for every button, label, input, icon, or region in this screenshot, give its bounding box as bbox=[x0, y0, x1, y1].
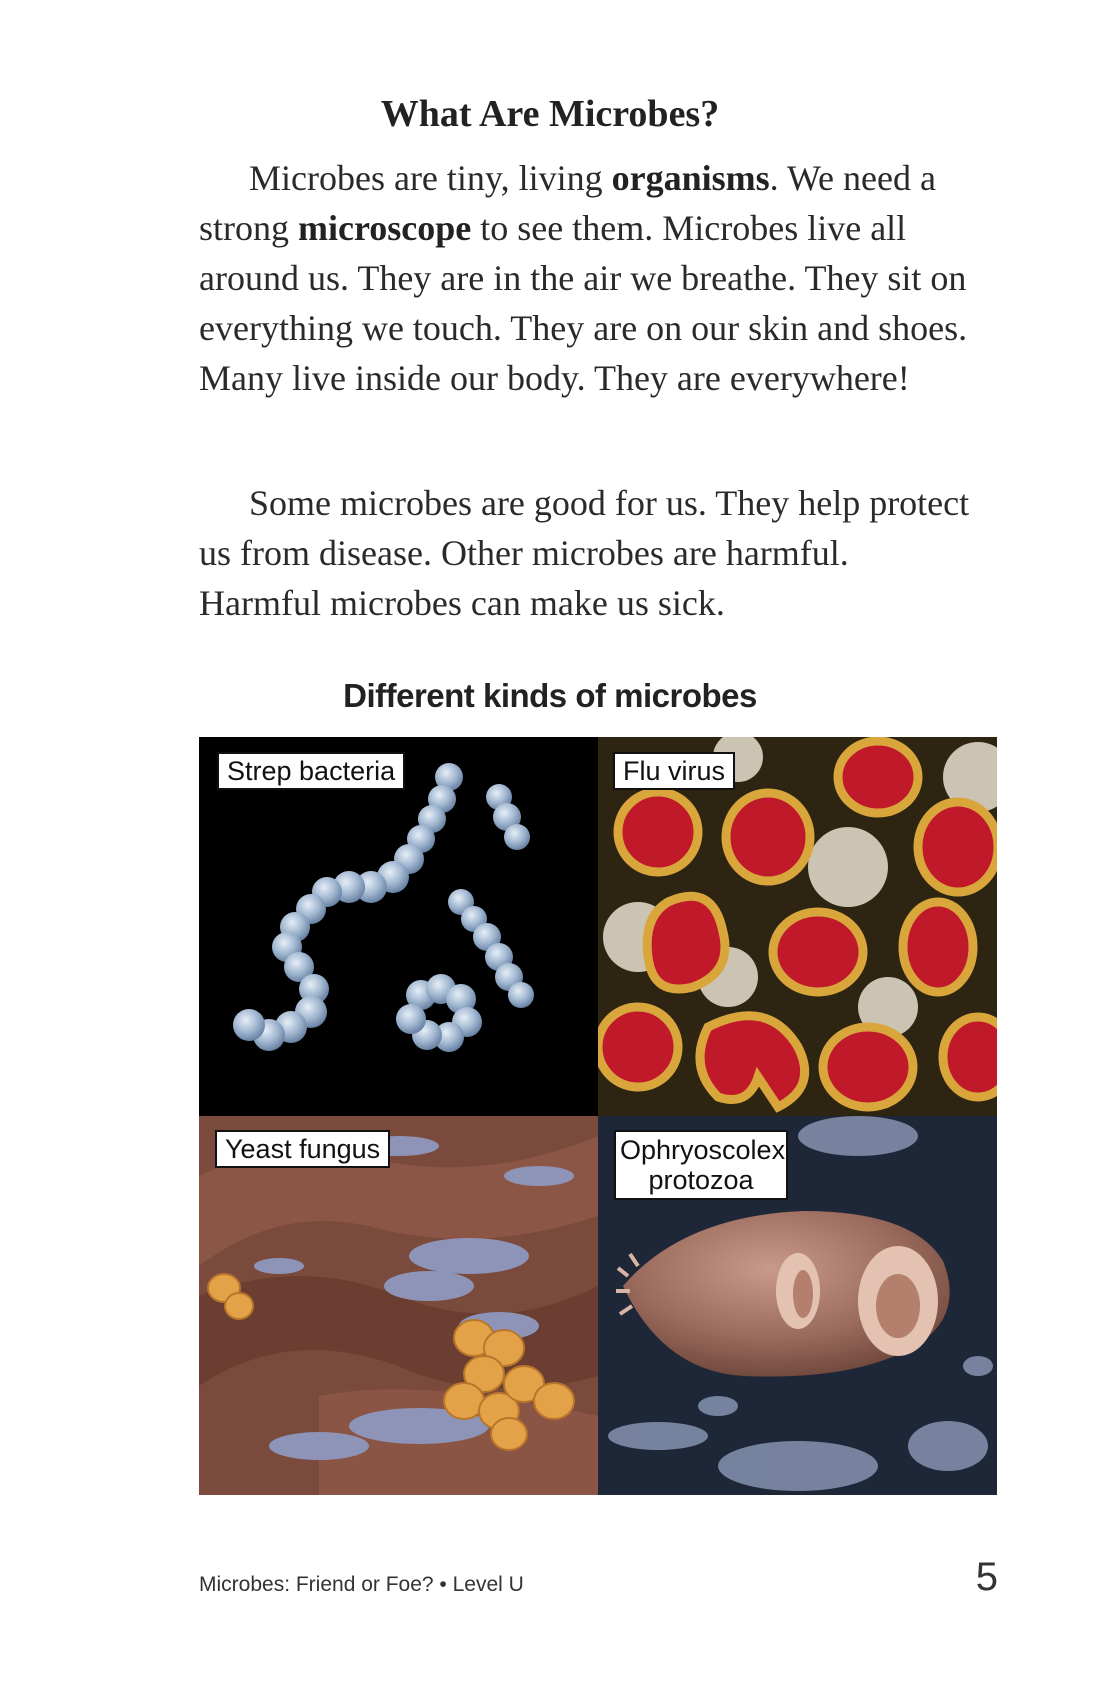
protozoa-photo: Ophryoscolex protozoa bbox=[598, 1116, 997, 1495]
flu-virus-photo: Flu virus bbox=[598, 737, 997, 1116]
paragraph-text: Some microbes are good for us. They help… bbox=[199, 483, 970, 623]
microbe-photo-grid: Strep bacteria Flu virus Yeast fungus Op… bbox=[199, 737, 997, 1495]
vocab-word-organisms: organisms bbox=[611, 158, 770, 198]
flu-virus-image bbox=[598, 737, 997, 1116]
footer-book-title: Microbes: Friend or Foe? • Level U bbox=[199, 1573, 524, 1596]
strep-bacteria-photo: Strep bacteria bbox=[199, 737, 598, 1116]
yeast-fungus-label: Yeast fungus bbox=[215, 1130, 391, 1168]
paragraph-good-bad: Some microbes are good for us. They help… bbox=[199, 478, 979, 628]
paragraph-text: Microbes are tiny, living bbox=[249, 158, 612, 198]
section-heading: What Are Microbes? bbox=[380, 93, 720, 135]
yeast-fungus-photo: Yeast fungus bbox=[199, 1116, 598, 1495]
paragraph-intro: Microbes are tiny, living organisms. We … bbox=[199, 153, 979, 403]
figure-caption: Different kinds of microbes bbox=[343, 677, 757, 714]
yeast-fungus-image bbox=[199, 1116, 598, 1495]
vocab-word-microscope: microscope bbox=[298, 208, 472, 248]
strep-bacteria-image bbox=[199, 737, 598, 1116]
flu-virus-label: Flu virus bbox=[613, 752, 736, 790]
protozoa-label: Ophryoscolex protozoa bbox=[614, 1130, 788, 1200]
page-number: 5 bbox=[975, 1555, 998, 1599]
strep-bacteria-label: Strep bacteria bbox=[217, 752, 406, 790]
